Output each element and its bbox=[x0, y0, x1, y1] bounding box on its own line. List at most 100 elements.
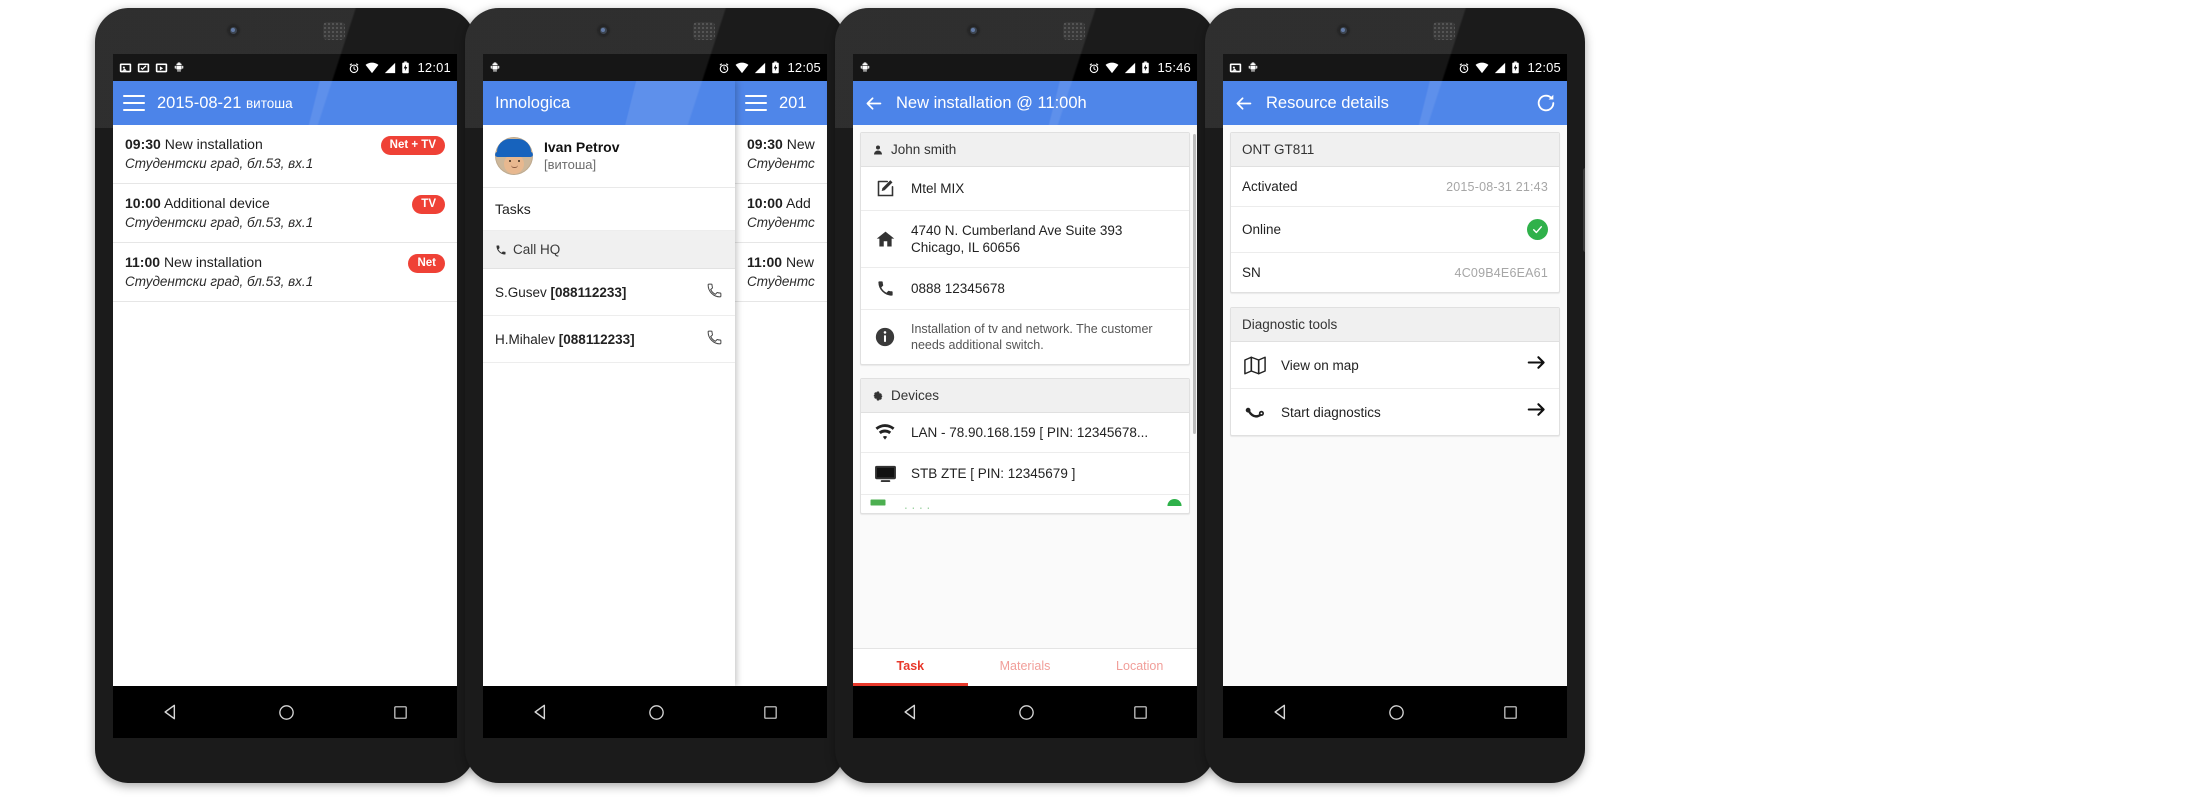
recents-nav-icon[interactable] bbox=[1132, 704, 1149, 721]
drawer-section-call-hq: Call HQ bbox=[483, 231, 735, 269]
task-row[interactable]: 11:00 New installation Студентски град, … bbox=[113, 243, 457, 302]
back-nav-icon[interactable] bbox=[901, 702, 921, 722]
back-nav-icon[interactable] bbox=[161, 702, 181, 722]
app-bar-date: 2015-08-21 bbox=[157, 93, 242, 112]
recents-nav-icon[interactable] bbox=[392, 704, 409, 721]
profile-team: [витоша] bbox=[544, 156, 597, 172]
drawer-scrim[interactable] bbox=[735, 81, 827, 686]
status-bar-3: 15:46 bbox=[853, 54, 1197, 81]
battery-charging-icon bbox=[1512, 61, 1520, 74]
phone-screen-1: 12:01 2015-08-21 витоша 09:30 New instal… bbox=[113, 54, 457, 686]
resource-card-header: ONT GT811 bbox=[1231, 133, 1559, 167]
wifi-icon bbox=[1106, 62, 1119, 73]
tools-card-header: Diagnostic tools bbox=[1231, 308, 1559, 342]
battery-charging-icon bbox=[772, 61, 780, 74]
scrollbar[interactable] bbox=[1193, 134, 1196, 434]
devices-card-header: Devices bbox=[861, 379, 1189, 413]
phone-bezel-2 bbox=[465, 8, 845, 54]
power-button[interactable] bbox=[1583, 168, 1585, 252]
page-title: Resource details bbox=[1266, 93, 1389, 112]
device-row-stb[interactable]: STB ZTE [ PIN: 12345679 ] bbox=[861, 453, 1189, 495]
menu-icon[interactable] bbox=[123, 95, 145, 111]
device-row-partial[interactable]: . . . . bbox=[861, 495, 1189, 513]
wifi-icon bbox=[736, 62, 749, 73]
back-arrow-icon[interactable] bbox=[863, 93, 884, 114]
recents-nav-icon[interactable] bbox=[1502, 704, 1519, 721]
status-bar-system-2: 12:05 bbox=[718, 60, 821, 75]
address-text: 4740 N. Cumberland Ave Suite 393 Chicago… bbox=[911, 223, 1123, 255]
tool-row-view-on-map[interactable]: View on map bbox=[1231, 342, 1559, 389]
signal-icon bbox=[385, 62, 396, 73]
signal-icon bbox=[1495, 62, 1506, 73]
partial-row-icon bbox=[865, 498, 891, 510]
screenshot-stage: 12:01 2015-08-21 витоша 09:30 New instal… bbox=[0, 0, 2200, 800]
phone-icon bbox=[707, 283, 722, 298]
phone-icon bbox=[707, 330, 722, 345]
drawer-profile[interactable]: Ivan Petrov [витоша] bbox=[483, 125, 735, 188]
device-row-lan[interactable]: LAN - 78.90.168.159 [ PIN: 12345678... bbox=[861, 413, 1189, 453]
task-time: 09:30 bbox=[125, 136, 161, 152]
back-nav-icon[interactable] bbox=[1271, 702, 1291, 722]
android-icon bbox=[1248, 62, 1258, 72]
status-bar-system-1: 12:01 bbox=[348, 60, 451, 75]
battery-charging-icon bbox=[1142, 61, 1150, 74]
note-row: Installation of tv and network. The cust… bbox=[861, 310, 1189, 364]
signal-icon bbox=[1125, 62, 1136, 73]
address-row[interactable]: 4740 N. Cumberland Ave Suite 393 Chicago… bbox=[861, 211, 1189, 268]
recents-nav-icon[interactable] bbox=[762, 704, 779, 721]
task-time: 11:00 bbox=[125, 254, 161, 270]
devices-label: Devices bbox=[891, 388, 940, 403]
tab-task[interactable]: Task bbox=[853, 649, 968, 686]
android-icon bbox=[490, 62, 500, 72]
note-text: Installation of tv and network. The cust… bbox=[911, 322, 1153, 352]
tool-row-start-diagnostics[interactable]: Start diagnostics bbox=[1231, 389, 1559, 435]
call-button[interactable] bbox=[706, 329, 723, 349]
phone-bezel-3 bbox=[835, 8, 1215, 54]
devices-card: Devices LAN - 78.90.168.159 [ PIN: 12345… bbox=[860, 378, 1190, 514]
resource-value: 2015-08-31 21:43 bbox=[1446, 179, 1548, 194]
back-arrow-icon[interactable] bbox=[1233, 93, 1254, 114]
app-bar-3: New installation @ 11:00h bbox=[853, 81, 1197, 125]
phone-device-1: 12:01 2015-08-21 витоша 09:30 New instal… bbox=[95, 8, 475, 783]
task-row[interactable]: 10:00 Additional device Студентски град,… bbox=[113, 184, 457, 243]
drawer-item-tasks[interactable]: Tasks bbox=[483, 188, 735, 231]
task-address: Студентски град, бл.53, вх.1 bbox=[125, 215, 314, 230]
home-nav-icon[interactable] bbox=[1017, 703, 1036, 722]
home-nav-icon[interactable] bbox=[647, 703, 666, 722]
profile-name: Ivan Petrov bbox=[544, 138, 620, 155]
android-nav-bar-1 bbox=[113, 686, 457, 738]
home-nav-icon[interactable] bbox=[1387, 703, 1406, 722]
status-bar-1: 12:01 bbox=[113, 54, 457, 81]
task-title: New installation bbox=[163, 254, 262, 270]
earpiece-speaker bbox=[1063, 22, 1085, 40]
task-title-line: 10:00 Additional device bbox=[125, 194, 445, 213]
back-nav-icon[interactable] bbox=[531, 702, 551, 722]
resource-row-online: Online bbox=[1231, 207, 1559, 253]
drawer-contact-row[interactable]: S.Gusev [088112233] bbox=[483, 269, 735, 316]
front-camera-icon bbox=[968, 25, 979, 36]
home-nav-icon[interactable] bbox=[277, 703, 296, 722]
task-title: Additional device bbox=[163, 195, 270, 211]
gear-icon bbox=[873, 391, 883, 400]
refresh-icon[interactable] bbox=[1535, 92, 1557, 114]
device-lan-text: LAN - 78.90.168.159 [ PIN: 12345678... bbox=[911, 425, 1149, 440]
phone-device-4: 12:05 Resource details ONT GT811 Activat… bbox=[1205, 8, 1585, 783]
tab-materials[interactable]: Materials bbox=[968, 649, 1083, 686]
status-bar-notifications-4 bbox=[1229, 61, 1259, 74]
service-plan-row[interactable]: Mtel MIX bbox=[861, 167, 1189, 211]
task-row[interactable]: 09:30 New installation Студентски град, … bbox=[113, 125, 457, 184]
drawer-contact-row[interactable]: H.Mihalev [088112233] bbox=[483, 316, 735, 363]
tool-label: Start diagnostics bbox=[1281, 404, 1381, 420]
call-button[interactable] bbox=[706, 282, 723, 302]
tab-location[interactable]: Location bbox=[1082, 649, 1197, 686]
home-icon bbox=[872, 229, 898, 250]
chevron-right-icon bbox=[1527, 354, 1548, 376]
person-icon bbox=[874, 145, 882, 154]
task-title: New installation bbox=[164, 136, 263, 152]
phone-row[interactable]: 0888 12345678 bbox=[861, 268, 1189, 310]
alarm-icon bbox=[1090, 62, 1099, 73]
android-nav-bar-3 bbox=[853, 686, 1197, 738]
status-bar-system-3: 15:46 bbox=[1088, 60, 1191, 75]
info-icon bbox=[872, 326, 898, 348]
wifi-icon bbox=[1476, 62, 1489, 73]
